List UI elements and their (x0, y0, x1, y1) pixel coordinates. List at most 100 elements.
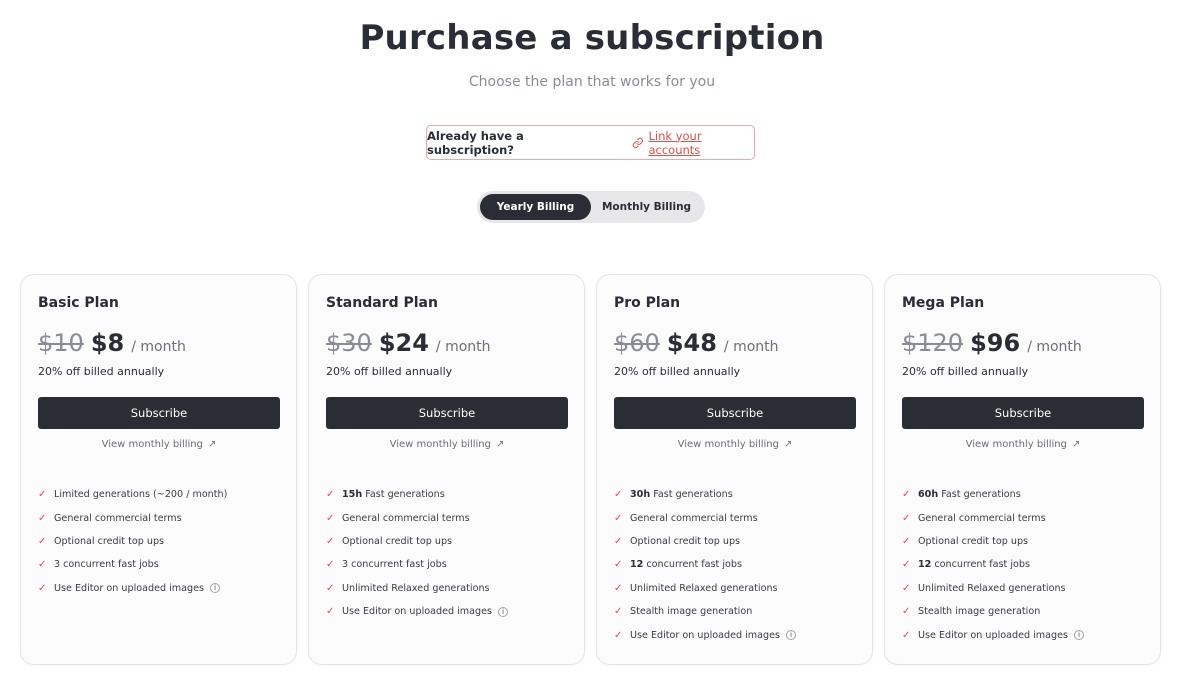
view-monthly-billing-label: View monthly billing (101, 439, 203, 450)
view-monthly-billing-label: View monthly billing (965, 439, 1067, 450)
page-title: Purchase a subscription (359, 18, 825, 58)
feature-text: Unlimited Relaxed generations (918, 582, 1066, 594)
feature-highlight: 15h (342, 489, 363, 501)
original-price: $60 (614, 329, 660, 357)
check-icon: ✓ (902, 489, 911, 501)
check-icon: ✓ (614, 559, 623, 571)
check-icon: ✓ (902, 559, 911, 571)
discounted-price: $8 (90, 329, 125, 357)
feature-item: ✓ Optional credit top ups (38, 530, 227, 553)
price-period: / month (723, 339, 779, 355)
check-icon: ✓ (614, 512, 623, 524)
feature-list: ✓ 30h Fast generations ✓ General commercial… (614, 483, 797, 647)
feature-item: ✓ Optional credit top ups (902, 530, 1084, 553)
feature-item: ✓ General commercial terms (902, 506, 1084, 529)
feature-text: Use Editor on uploaded images (918, 629, 1069, 641)
feature-text: Use Editor on uploaded images (630, 629, 781, 641)
feature-text: Unlimited Relaxed generations (630, 582, 778, 594)
feature-list: ✓ 15h Fast generations ✓ General commercial… (326, 483, 509, 623)
feature-item: ✓ 15h Fast generations (326, 483, 508, 506)
feature-text: 3 concurrent fast jobs (342, 559, 447, 571)
subscribe-button[interactable]: Subscribe (902, 397, 1144, 429)
check-icon: ✓ (614, 582, 623, 594)
link-accounts-label: Link your accounts (648, 128, 702, 157)
view-monthly-billing-link[interactable]: View monthly billing ↗ (614, 439, 856, 450)
info-icon[interactable]: i (1074, 630, 1085, 641)
feature-item: ✓ Optional credit top ups (614, 530, 796, 553)
feature-text: Fast generations (362, 489, 445, 501)
feature-item: ✓ 12 concurrent fast jobs (614, 553, 796, 576)
feature-item: ✓ 30h Fast generations (614, 483, 796, 506)
page-subtitle: Choose the plan that works for you (468, 74, 716, 90)
check-icon: ✓ (326, 535, 335, 547)
subscribe-button[interactable]: Subscribe (326, 397, 568, 429)
info-icon[interactable]: i (786, 630, 797, 641)
feature-item: ✓ Stealth image generation (614, 600, 796, 623)
feature-item: ✓ Unlimited Relaxed generations (326, 577, 508, 600)
feature-text: General commercial terms (342, 512, 470, 524)
plan-card: Mega Plan $120 $96 / month 20% off billed an… (884, 274, 1161, 665)
feature-item: ✓ 3 concurrent fast jobs (38, 553, 227, 576)
external-arrow-icon: ↗ (208, 439, 217, 450)
feature-item: ✓ 60h Fast generations (902, 483, 1084, 506)
monthly-billing-tab[interactable]: Monthly Billing (591, 194, 702, 220)
price-row: $60 $48 / month (614, 329, 779, 357)
feature-item: ✓ 12 concurrent fast jobs (902, 553, 1084, 576)
feature-highlight: 12 (630, 559, 644, 571)
check-icon: ✓ (38, 512, 47, 524)
subscribe-button[interactable]: Subscribe (614, 397, 856, 429)
external-arrow-icon: ↗ (496, 439, 505, 450)
external-arrow-icon: ↗ (784, 439, 793, 450)
feature-item: ✓ General commercial terms (38, 506, 227, 529)
feature-highlight: 60h (918, 489, 939, 501)
discount-note: 20% off billed annually (38, 365, 165, 378)
link-icon (632, 137, 643, 148)
plan-name: Pro Plan (614, 295, 681, 311)
check-icon: ✓ (614, 489, 623, 501)
check-icon: ✓ (902, 629, 911, 641)
plan-card: Standard Plan $30 $24 / month 20% off billed… (308, 274, 585, 665)
feature-item: ✓ Use Editor on uploaded images i (614, 623, 797, 646)
feature-item: ✓ Unlimited Relaxed generations (902, 577, 1084, 600)
info-icon[interactable]: i (498, 606, 509, 617)
plan-name: Basic Plan (38, 295, 119, 311)
check-icon: ✓ (326, 582, 335, 594)
discount-note: 20% off billed annually (326, 365, 453, 378)
discounted-price: $48 (666, 329, 717, 357)
feature-item: ✓ General commercial terms (326, 506, 508, 529)
discounted-price: $96 (970, 329, 1021, 357)
view-monthly-billing-label: View monthly billing (677, 439, 779, 450)
check-icon: ✓ (902, 582, 911, 594)
check-icon: ✓ (326, 559, 335, 571)
original-price: $30 (326, 329, 372, 357)
billing-toggle: Yearly Billing Monthly Billing (477, 191, 705, 223)
feature-item: ✓ Use Editor on uploaded images i (326, 600, 509, 623)
feature-item: ✓ Optional credit top ups (326, 530, 508, 553)
feature-item: ✓ Stealth image generation (902, 600, 1084, 623)
feature-text: Unlimited Relaxed generations (342, 582, 490, 594)
yearly-billing-tab[interactable]: Yearly Billing (480, 194, 591, 220)
feature-text: General commercial terms (54, 512, 182, 524)
feature-item: ✓ Use Editor on uploaded images i (38, 577, 227, 600)
feature-text: General commercial terms (918, 512, 1046, 524)
feature-text: Optional credit top ups (54, 535, 165, 547)
check-icon: ✓ (902, 535, 911, 547)
info-icon[interactable]: i (210, 583, 221, 594)
link-accounts-question: Already have a subscription? (427, 128, 524, 157)
view-monthly-billing-link[interactable]: View monthly billing ↗ (326, 439, 568, 450)
check-icon: ✓ (614, 606, 623, 618)
plan-cards: Basic Plan $10 $8 / month 20% off billed ann… (20, 274, 1162, 665)
original-price: $10 (38, 329, 84, 357)
feature-highlight: 30h (630, 489, 651, 501)
feature-text: Use Editor on uploaded images (342, 606, 493, 618)
link-accounts-link[interactable]: Link your accounts (632, 129, 754, 157)
view-monthly-billing-link[interactable]: View monthly billing ↗ (38, 439, 280, 450)
price-row: $120 $96 / month (902, 329, 1082, 357)
feature-item: ✓ Unlimited Relaxed generations (614, 577, 796, 600)
check-icon: ✓ (326, 512, 335, 524)
view-monthly-billing-link[interactable]: View monthly billing ↗ (902, 439, 1144, 450)
plan-name: Standard Plan (326, 295, 438, 311)
feature-text: concurrent fast jobs (931, 559, 1030, 571)
subscribe-button[interactable]: Subscribe (38, 397, 280, 429)
feature-text: Fast generations (650, 489, 733, 501)
